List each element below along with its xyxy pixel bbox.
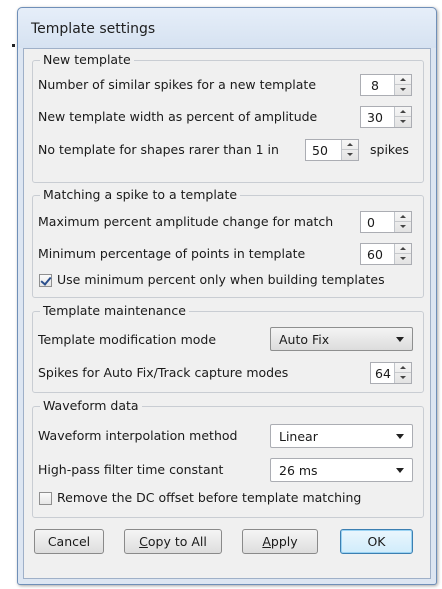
dialog-body: New template Number of similar spikes fo… <box>23 48 431 579</box>
cancel-button[interactable]: Cancel <box>34 529 104 554</box>
width-percent-label: New template width as percent of amplitu… <box>38 109 318 124</box>
rarer-than-label: No template for shapes rarer than 1 in <box>38 142 279 157</box>
capture-count-label: Spikes for Auto Fix/Track capture modes <box>38 365 289 380</box>
apply-label: pply <box>270 534 298 549</box>
group-legend-maintenance: Template maintenance <box>40 303 189 319</box>
spin-down-arrow-icon[interactable] <box>342 150 358 160</box>
spin-down-arrow-icon[interactable] <box>395 85 411 95</box>
spin-down-arrow-icon[interactable] <box>395 373 411 383</box>
similar-spikes-label: Number of similar spikes for a new templ… <box>38 77 317 92</box>
chevron-down-icon <box>396 434 404 439</box>
spin-down-arrow-icon[interactable] <box>395 222 411 232</box>
rarer-than-value: 50 <box>312 143 328 158</box>
max-amp-change-spinner[interactable]: 0 <box>360 211 412 233</box>
apply-mnemonic: A <box>262 534 271 549</box>
spin-up-arrow-icon[interactable] <box>395 244 411 254</box>
use-min-only-label[interactable]: Use minimum percent only when building t… <box>57 272 385 288</box>
min-points-label: Minimum percentage of points in template <box>38 246 306 261</box>
rarer-than-spinner[interactable]: 50 <box>305 139 359 161</box>
spin-up-arrow-icon[interactable] <box>395 363 411 373</box>
capture-count-spin-buttons <box>394 363 411 383</box>
modification-mode-value: Auto Fix <box>279 332 330 347</box>
copy-to-all-mnemonic: C <box>139 534 148 549</box>
dialog-title: Template settings <box>31 21 156 37</box>
ok-button-label: OK <box>367 534 386 549</box>
interpolation-value: Linear <box>279 429 318 444</box>
rarer-than-suffix: spikes <box>370 142 409 157</box>
group-legend-matching: Matching a spike to a template <box>40 187 241 203</box>
max-amp-change-value: 0 <box>367 215 375 230</box>
highpass-label: High-pass filter time constant <box>38 462 224 477</box>
spin-up-arrow-icon[interactable] <box>342 140 358 150</box>
group-matching: Matching a spike to a template Maximum p… <box>32 187 424 298</box>
min-points-spin-buttons <box>394 244 411 264</box>
chevron-down-icon <box>396 468 404 473</box>
similar-spikes-spinner[interactable]: 8 <box>360 74 412 96</box>
max-amp-change-spin-buttons <box>394 212 411 232</box>
spin-down-arrow-icon[interactable] <box>395 254 411 264</box>
similar-spikes-spin-buttons <box>394 75 411 95</box>
max-amp-change-label: Maximum percent amplitude change for mat… <box>38 214 334 229</box>
spin-down-arrow-icon[interactable] <box>395 117 411 127</box>
interpolation-dropdown[interactable]: Linear <box>270 424 413 448</box>
modification-mode-dropdown[interactable]: Auto Fix <box>270 327 413 351</box>
min-points-value: 60 <box>367 247 383 262</box>
remove-dc-label[interactable]: Remove the DC offset before template mat… <box>57 490 361 506</box>
remove-dc-checkbox[interactable] <box>39 492 52 505</box>
group-maintenance: Template maintenance Template modificati… <box>32 303 424 393</box>
interpolation-label: Waveform interpolation method <box>38 428 238 443</box>
capture-count-value: 64 <box>375 366 391 381</box>
stray-pixel-mark <box>12 44 15 47</box>
group-legend-waveform: Waveform data <box>40 398 142 414</box>
width-percent-value: 30 <box>367 110 383 125</box>
apply-button[interactable]: Apply <box>242 529 318 554</box>
ok-button[interactable]: OK <box>340 529 413 554</box>
highpass-value: 26 ms <box>279 463 318 478</box>
min-points-spinner[interactable]: 60 <box>360 243 412 265</box>
group-new-template: New template Number of similar spikes fo… <box>32 52 424 183</box>
width-percent-spin-buttons <box>394 107 411 127</box>
similar-spikes-value: 8 <box>371 78 379 93</box>
spin-up-arrow-icon[interactable] <box>395 107 411 117</box>
title-bar[interactable]: Template settings <box>18 8 436 48</box>
cancel-button-label: Cancel <box>47 534 91 549</box>
use-min-only-checkbox[interactable] <box>39 274 52 287</box>
modification-mode-label: Template modification mode <box>38 332 217 347</box>
copy-to-all-label: opy to All <box>147 534 207 549</box>
spin-up-arrow-icon[interactable] <box>395 75 411 85</box>
chevron-down-icon <box>396 337 404 342</box>
highpass-dropdown[interactable]: 26 ms <box>270 458 413 482</box>
group-legend-new-template: New template <box>40 52 134 68</box>
spin-up-arrow-icon[interactable] <box>395 212 411 222</box>
template-settings-dialog: Template settings New template Number of… <box>17 7 437 585</box>
width-percent-spinner[interactable]: 30 <box>360 106 412 128</box>
rarer-than-spin-buttons <box>341 140 358 160</box>
copy-to-all-button[interactable]: Copy to All <box>124 529 222 554</box>
group-waveform: Waveform data Waveform interpolation met… <box>32 398 424 518</box>
capture-count-spinner[interactable]: 64 <box>370 362 412 384</box>
